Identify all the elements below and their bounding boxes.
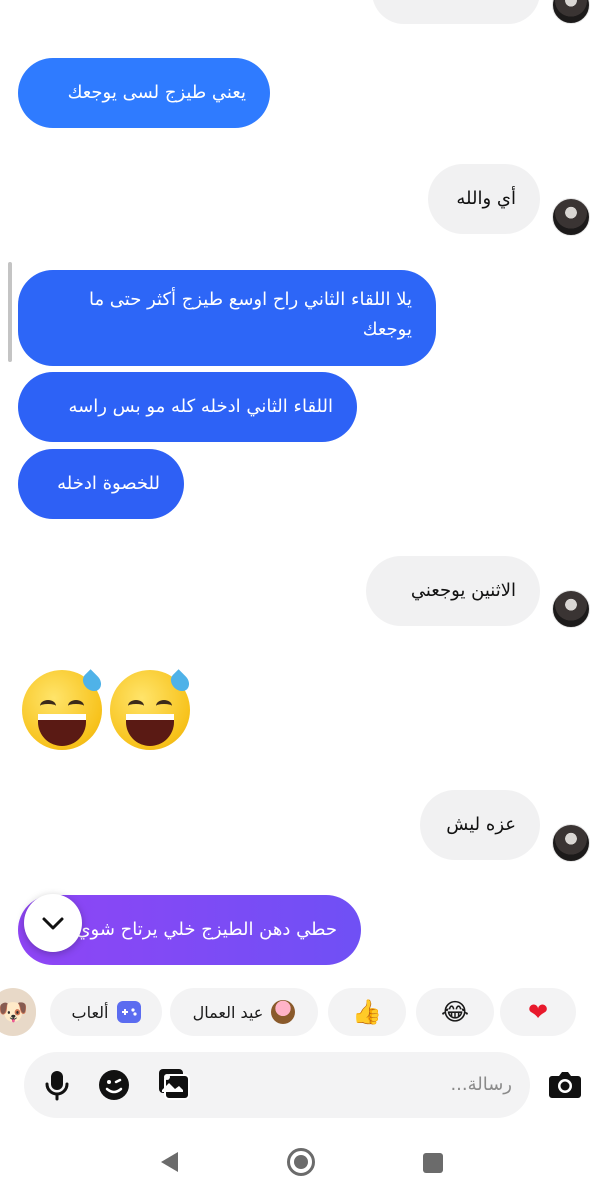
sticker-button[interactable] xyxy=(97,1068,131,1102)
message-text: اللقاء الثاني ادخله كله مو بس راسه xyxy=(68,396,334,417)
mic-button[interactable] xyxy=(40,1068,74,1102)
sticker-icon: 🐶 xyxy=(0,998,28,1026)
heart-icon: ❤ xyxy=(527,998,549,1026)
sweat-smile-emoji[interactable] xyxy=(22,669,105,750)
quick-reply-labour-day[interactable]: عيد العمال xyxy=(170,988,318,1036)
contact-avatar[interactable] xyxy=(552,824,590,862)
outgoing-message[interactable]: للخصوة ادخله xyxy=(18,449,184,519)
quick-reply-thumbs[interactable]: 👍 xyxy=(328,988,406,1036)
message-text: عزه ليش xyxy=(446,814,516,835)
contact-avatar[interactable] xyxy=(552,198,590,236)
home-circle-icon xyxy=(287,1148,315,1176)
message-text: أي والله xyxy=(456,188,516,209)
quick-reply-games[interactable]: ألعاب xyxy=(50,988,162,1036)
message-text: يعني طيزج لسى يوجعك xyxy=(67,82,246,103)
nav-back-button[interactable] xyxy=(158,1150,182,1174)
outgoing-message[interactable]: يلا اللقاء الثاني راح اوسع طيزج أكثر حتى… xyxy=(18,270,436,366)
sweat-smile-emoji[interactable] xyxy=(110,669,193,750)
camera-button[interactable] xyxy=(546,1067,584,1103)
gallery-icon xyxy=(159,1069,190,1100)
quick-reply-heart[interactable]: ❤ xyxy=(500,988,576,1036)
message-text: حطي دهن الطيزج خلي يرتاح شوي xyxy=(76,919,337,940)
message-text: الاثنين يوجعني xyxy=(410,580,516,601)
incoming-message[interactable]: الاثنين يوجعني xyxy=(366,556,540,626)
scroll-to-bottom-button[interactable] xyxy=(24,894,82,952)
recents-square-icon xyxy=(423,1153,443,1173)
chip-label: ألعاب xyxy=(71,1002,109,1022)
gallery-button[interactable] xyxy=(156,1066,192,1102)
quick-reply-sticker[interactable]: 🐶 xyxy=(0,988,36,1036)
message-input[interactable]: رسالة... xyxy=(300,1070,512,1100)
outgoing-message[interactable]: اللقاء الثاني ادخله كله مو بس راسه xyxy=(18,372,357,442)
nav-recents-button[interactable] xyxy=(422,1152,444,1174)
contact-avatar[interactable] xyxy=(552,590,590,628)
quick-reply-laugh[interactable]: 😂 xyxy=(416,988,494,1036)
outgoing-message[interactable]: يعني طيزج لسى يوجعك xyxy=(18,58,270,128)
scrollbar[interactable] xyxy=(8,262,12,362)
coconut-drink-icon xyxy=(271,1000,296,1024)
incoming-message[interactable]: عزه ليش xyxy=(420,790,540,860)
chip-label: عيد العمال xyxy=(192,1002,264,1022)
back-triangle-icon xyxy=(161,1152,178,1172)
thumbs-up-icon: 👍 xyxy=(352,998,382,1026)
message-text: للخصوة ادخله xyxy=(57,473,160,494)
microphone-icon xyxy=(45,1071,69,1101)
gamepad-icon xyxy=(116,1001,141,1023)
chevron-down-icon xyxy=(42,917,64,930)
sticker-face-icon xyxy=(99,1070,129,1100)
nav-home-button[interactable] xyxy=(286,1147,316,1177)
contact-avatar[interactable] xyxy=(552,0,590,24)
camera-icon xyxy=(549,1072,581,1098)
incoming-bubble-cut xyxy=(372,0,540,24)
message-text: يلا اللقاء الثاني راح اوسع طيزج أكثر حتى… xyxy=(88,289,412,340)
laughing-emoji-icon: 😂 xyxy=(440,998,470,1026)
incoming-message[interactable]: أي والله xyxy=(428,164,540,234)
